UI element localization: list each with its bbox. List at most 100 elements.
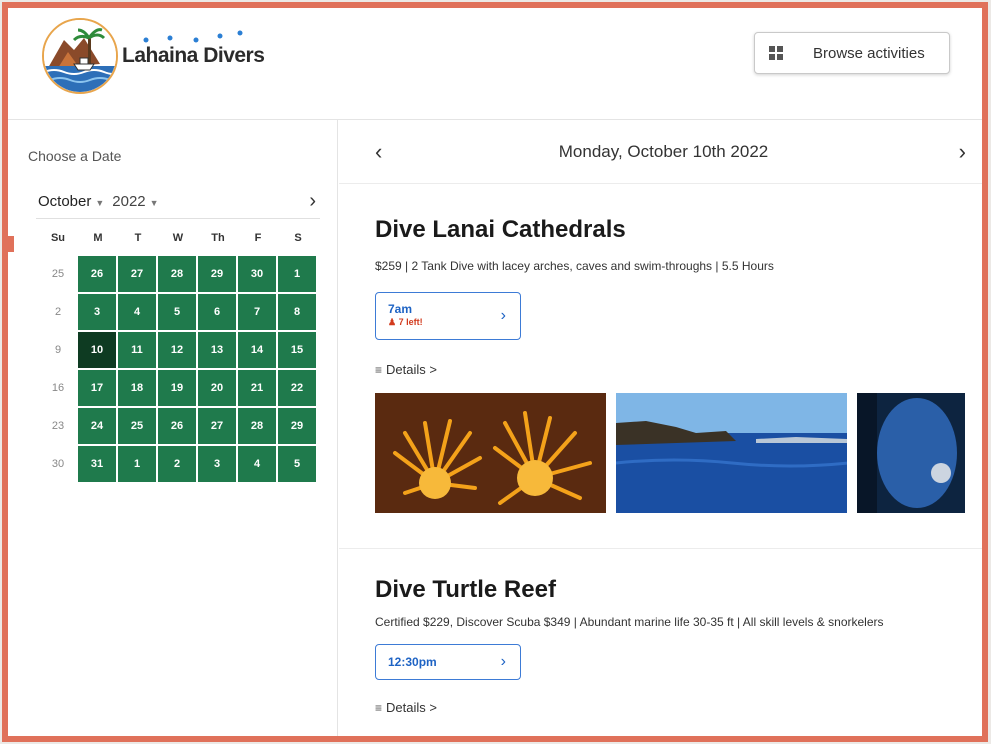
- calendar-day-selected[interactable]: 10: [78, 332, 118, 368]
- calendar-day[interactable]: 19: [158, 370, 198, 406]
- chevron-right-icon[interactable]: ›: [309, 190, 316, 213]
- selected-date: Monday, October 10th 2022: [558, 141, 769, 161]
- calendar-day[interactable]: 3: [198, 446, 238, 482]
- calendar-week: 16 17 18 19 20 21 22: [38, 370, 318, 408]
- calendar-day[interactable]: 1: [278, 256, 318, 292]
- calendar-day[interactable]: 21: [238, 370, 278, 406]
- calendar-day[interactable]: 31: [78, 446, 118, 482]
- week-start-label: 9: [54, 344, 62, 356]
- chevron-right-icon[interactable]: ›: [959, 139, 966, 165]
- calendar-day[interactable]: 8: [278, 294, 318, 330]
- calendar-day[interactable]: 7: [238, 294, 278, 330]
- calendar-day[interactable]: 27: [198, 408, 238, 444]
- browse-activities-button[interactable]: Browse activities: [754, 32, 950, 74]
- calendar-header: October ▼ 2022 ▼ ›: [38, 190, 316, 213]
- month-select[interactable]: October ▼: [38, 193, 104, 210]
- logo[interactable]: Lahaina Divers: [42, 18, 265, 94]
- calendar-day[interactable]: 20: [198, 370, 238, 406]
- chevron-left-icon[interactable]: ‹: [375, 139, 382, 165]
- calendar-day[interactable]: 17: [78, 370, 118, 406]
- calendar-day[interactable]: 28: [238, 408, 278, 444]
- calendar-week: 9 10 11 12 13 14 15: [38, 332, 318, 370]
- activity-description: Certified $229, Discover Scuba $349 | Ab…: [375, 615, 884, 629]
- chevron-right-icon: ›: [500, 653, 506, 670]
- activity-card: Dive Turtle Reef Certified $229, Discove…: [375, 576, 975, 715]
- weekday-label: M: [93, 232, 103, 244]
- time-slot-button[interactable]: 7am ♟ 7 left! ›: [375, 292, 521, 340]
- logo-label: Lahaina Divers: [122, 44, 265, 67]
- bubbles-icon: [143, 30, 243, 43]
- time-label: 12:30pm: [388, 655, 437, 669]
- activity-title: Dive Turtle Reef: [375, 576, 556, 603]
- calendar-day[interactable]: 15: [278, 332, 318, 368]
- calendar-day[interactable]: 30: [238, 256, 278, 292]
- calendar-day[interactable]: 14: [238, 332, 278, 368]
- date-bar: ‹ Monday, October 10th 2022 ›: [339, 120, 982, 184]
- calendar-day[interactable]: 11: [118, 332, 158, 368]
- year-select[interactable]: 2022 ▼: [112, 193, 158, 210]
- activity-card: Dive Lanai Cathedrals $259 | 2 Tank Dive…: [375, 216, 975, 513]
- calendar-day[interactable]: 18: [118, 370, 158, 406]
- week-start-label: 30: [51, 458, 65, 470]
- logo-island-icon: [44, 20, 116, 92]
- list-icon: ≡: [375, 362, 383, 377]
- calendar-day[interactable]: 13: [198, 332, 238, 368]
- calendar-day[interactable]: 27: [118, 256, 158, 292]
- calendar-day[interactable]: 26: [158, 408, 198, 444]
- calendar-day[interactable]: 24: [78, 408, 118, 444]
- calendar-day[interactable]: 2: [158, 446, 198, 482]
- choose-date-label: Choose a Date: [28, 148, 122, 164]
- calendar-day[interactable]: 1: [118, 446, 158, 482]
- photo-gallery: [375, 393, 975, 513]
- calendar-day[interactable]: 28: [158, 256, 198, 292]
- weekday-label: F: [254, 232, 262, 244]
- calendar-week: 30 31 1 2 3 4 5: [38, 446, 318, 484]
- photo-ocean[interactable]: [616, 393, 848, 513]
- calendar-day[interactable]: 6: [198, 294, 238, 330]
- person-icon: ♟: [388, 317, 397, 327]
- calendar-day[interactable]: 5: [158, 294, 198, 330]
- activity-title: Dive Lanai Cathedrals: [375, 216, 626, 243]
- details-label: Details >: [386, 700, 437, 715]
- activity-separator: [339, 548, 982, 549]
- weekday-label: W: [172, 232, 184, 244]
- calendar-day[interactable]: 5: [278, 446, 318, 482]
- weekday-label: T: [134, 232, 142, 244]
- time-slot-button[interactable]: 12:30pm ›: [375, 644, 521, 680]
- calendar-week: 23 24 25 26 27 28 29: [38, 408, 318, 446]
- calendar-week: 2 345678: [38, 294, 318, 332]
- calendar-day[interactable]: 4: [118, 294, 158, 330]
- details-label: Details >: [386, 362, 437, 377]
- details-link[interactable]: ≡ Details >: [375, 362, 975, 377]
- browse-activities-label: Browse activities: [813, 44, 925, 62]
- calendar-day[interactable]: 29: [198, 256, 238, 292]
- week-start-label: 23: [51, 420, 65, 432]
- photo-coral[interactable]: [375, 393, 607, 513]
- calendar-day[interactable]: 4: [238, 446, 278, 482]
- main-content: ‹ Monday, October 10th 2022 › Dive Lanai…: [339, 120, 982, 736]
- calendar-day[interactable]: 22: [278, 370, 318, 406]
- photo-diver[interactable]: [857, 393, 965, 513]
- logo-text: Lahaina Divers: [122, 30, 265, 68]
- calendar-week: 25 26 27 28 29 30 1: [38, 256, 318, 294]
- calendar-day[interactable]: 26: [78, 256, 118, 292]
- calendar-grid: 25 26 27 28 29 30 1 2 3 4 5 6 7 8 9 10 11 12 13 14 15 16 17 18 1…: [38, 256, 318, 484]
- calendar-divider: [36, 218, 320, 219]
- spots-left: ♟ 7 left!: [388, 317, 423, 327]
- week-start-label: 25: [51, 268, 65, 280]
- caret-down-icon: ▼: [149, 198, 159, 208]
- calendar-sidebar: Choose a Date October ▼ 2022 ▼ › Su M T W Th F S…: [8, 120, 338, 736]
- grid-icon: [769, 46, 783, 60]
- week-start-label: 2: [54, 306, 62, 318]
- calendar-day[interactable]: 25: [118, 408, 158, 444]
- calendar-day[interactable]: 12: [158, 332, 198, 368]
- calendar-day[interactable]: 3: [78, 294, 118, 330]
- details-link[interactable]: ≡ Details >: [375, 700, 975, 715]
- chevron-right-icon: ›: [500, 307, 506, 324]
- weekday-label: Th: [211, 232, 225, 244]
- time-label: 7am: [388, 302, 413, 316]
- weekday-label: S: [294, 232, 302, 244]
- list-icon: ≡: [375, 700, 383, 715]
- app-frame: Lahaina Divers Browse activities Choose …: [2, 2, 988, 742]
- calendar-day[interactable]: 29: [278, 408, 318, 444]
